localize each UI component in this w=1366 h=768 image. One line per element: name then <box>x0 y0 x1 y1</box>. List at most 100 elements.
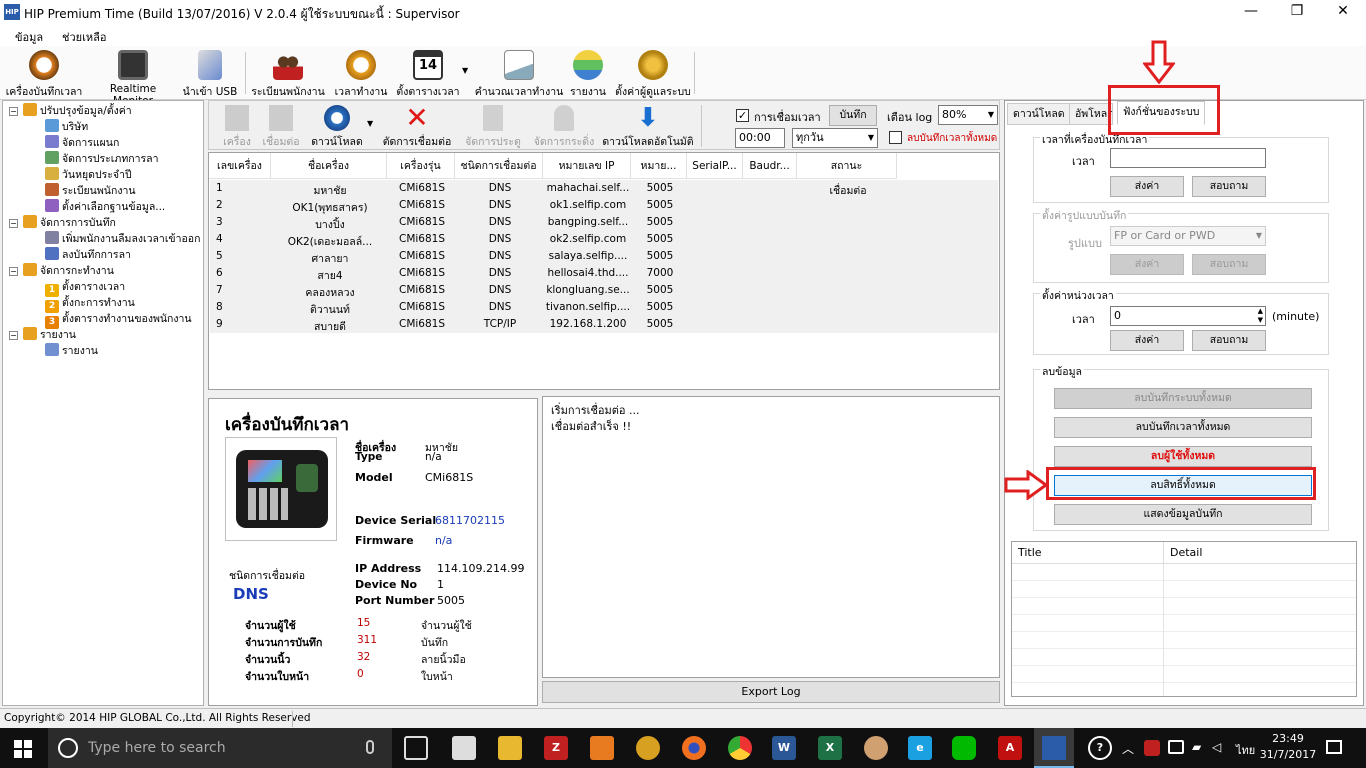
export-log-button[interactable]: Export Log <box>542 681 1000 703</box>
network-icon[interactable]: ▰ <box>1192 740 1201 754</box>
device-time-input[interactable] <box>1110 148 1266 168</box>
toolbar-admin-settings-button[interactable]: ตั้งค่าผู้ดูแลระบบ <box>612 48 694 98</box>
door-manage-button[interactable]: จัดการประตู <box>461 103 525 149</box>
restore-icon[interactable]: ❐ <box>1274 0 1320 24</box>
language-indicator[interactable]: ไทย <box>1236 741 1255 759</box>
tray-app-icon[interactable] <box>1144 740 1160 756</box>
search-box[interactable]: Type here to search <box>48 728 392 768</box>
connect-time-checkbox[interactable]: ✓ <box>736 109 749 122</box>
tree-item[interactable]: ตั้งค่าเลือกฐานข้อมูล... <box>45 199 165 215</box>
word-icon[interactable]: W <box>772 736 796 760</box>
format-send-button[interactable]: ส่งค่า <box>1110 254 1184 275</box>
auto-download-button[interactable]: ⬇ ดาวน์โหลดอัตโนมัติ <box>601 103 695 149</box>
tree-collapse-icon[interactable]: − <box>9 267 18 276</box>
excel-icon[interactable]: X <box>818 736 842 760</box>
disconnect-button[interactable]: ✕ ตัดการเชื่อมต่อ <box>379 103 455 149</box>
format-select[interactable]: FP or Card or PWD ▼ <box>1110 226 1266 246</box>
toolbar-report-button[interactable]: รายงาน <box>566 48 610 98</box>
tree-collapse-icon[interactable]: − <box>9 107 18 116</box>
tree-item[interactable]: จัดการกะทำงาน <box>23 263 114 279</box>
toolbar-employee-button[interactable]: ระเบียนพนักงาน <box>250 48 326 98</box>
device-button[interactable]: เครื่อง <box>219 103 255 149</box>
tree-collapse-icon[interactable]: − <box>9 219 18 228</box>
detail-header-title[interactable]: Title <box>1012 542 1164 564</box>
battery-icon[interactable] <box>1168 740 1184 754</box>
show-log-data-button[interactable]: แสดงข้อมูลบันทึก <box>1054 504 1312 525</box>
table-row[interactable]: 7 คลองหลวง CMi681S DNS klongluang.se... 5005 <box>210 282 998 299</box>
delete-time-records-button[interactable]: ลบบันทึกเวลาทั้งหมด <box>1054 417 1312 438</box>
tree-item[interactable]: เพิ่มพนักงานลืมลงเวลาเข้าออก <box>45 231 200 247</box>
table-row[interactable]: 3 บางปิ้ง CMi681S DNS bangping.self... 5005 <box>210 214 998 231</box>
delete-all-checkbox[interactable] <box>889 131 902 144</box>
hip-app-taskbar-button[interactable] <box>1034 728 1074 768</box>
table-row[interactable]: 6 สาย4 CMi681S DNS hellosai4.thd.... 7000 <box>210 265 998 282</box>
delete-system-log-button[interactable]: ลบบันทึกระบบทั้งหมด <box>1054 388 1312 409</box>
store-icon[interactable] <box>452 736 476 760</box>
windows-start-icon[interactable] <box>14 740 32 758</box>
toolbar-schedule-button[interactable]: 14 ตั้งตารางเวลา <box>394 48 462 98</box>
tree-item[interactable]: วันหยุดประจำปี <box>45 167 132 183</box>
tree-item[interactable]: รายงาน <box>45 343 98 359</box>
tree-item[interactable]: จัดการการบันทึก <box>23 215 116 231</box>
interval-spinner[interactable]: 0 ▲ ▼ <box>1110 306 1266 326</box>
ie-icon[interactable]: e <box>908 736 932 760</box>
toolbar-realtime-monitor-button[interactable]: Realtime Monitor <box>90 48 176 107</box>
download-dropdown-icon[interactable]: ▼ <box>367 119 373 128</box>
tree-item[interactable]: ระเบียนพนักงาน <box>45 183 136 199</box>
table-row[interactable]: 9 สบายดี CMi681S TCP/IP 192.168.1.200 5005 <box>210 316 998 333</box>
day-select[interactable]: ทุกวัน ▼ <box>792 128 878 148</box>
tree-item[interactable]: ปรับปรุงข้อมูล/ตั้งค่า <box>23 103 132 119</box>
table-row[interactable]: 1 มหาชัย CMi681S DNS mahachai.self... 5005 เชื… <box>210 180 998 197</box>
toolbar-worktime-button[interactable]: เวลาทำงาน <box>330 48 392 98</box>
toolbar-calculate-button[interactable]: คำนวณเวลาทำงาน <box>474 48 564 98</box>
tab-upload[interactable]: อัพโหลด <box>1069 103 1113 125</box>
spinner-arrows-icon[interactable]: ▲ ▼ <box>1258 307 1263 325</box>
bell-manage-button[interactable]: จัดการกระดิ่ง <box>531 103 597 149</box>
chrome-icon[interactable] <box>728 736 752 760</box>
table-row[interactable]: 5 ศาลายา CMi681S DNS salaya.selfip.... 5005 <box>210 248 998 265</box>
minimize-icon[interactable]: — <box>1228 0 1274 24</box>
firefox-icon[interactable] <box>682 736 706 760</box>
interval-send-button[interactable]: ส่งค่า <box>1110 330 1184 351</box>
download-button[interactable]: ดาวน์โหลด <box>309 103 365 149</box>
tree-item[interactable]: จัดการแผนก <box>45 135 119 151</box>
volume-icon[interactable]: ◁ <box>1212 740 1221 754</box>
filezilla-icon[interactable]: Z <box>544 736 568 760</box>
toolbar-time-recorder-button[interactable]: เครื่องบันทึกเวลา <box>2 48 86 98</box>
tree-collapse-icon[interactable]: − <box>9 331 18 340</box>
connect-button[interactable]: เชื่อมต่อ <box>259 103 303 149</box>
delete-all-users-button[interactable]: ลบผู้ใช้ทั้งหมด <box>1054 446 1312 467</box>
tab-download[interactable]: ดาวน์โหลด <box>1007 103 1071 125</box>
tree-item[interactable]: รายงาน <box>23 327 76 343</box>
paint-icon[interactable] <box>864 736 888 760</box>
tree-item[interactable]: 3 ตั้งตารางทำงานของพนักงาน <box>45 311 192 329</box>
schedule-dropdown-icon[interactable]: ▼ <box>462 66 468 75</box>
table-row[interactable]: 2 OK1(พุทธสาคร) CMi681S DNS ok1.selfip.com 50… <box>210 197 998 214</box>
menu-data[interactable]: ข้อมูล <box>15 28 43 46</box>
time-input[interactable]: 00:00 <box>735 128 785 148</box>
save-button[interactable]: บันทึก <box>829 105 877 126</box>
format-query-button[interactable]: สอบถาม <box>1192 254 1266 275</box>
time-send-button[interactable]: ส่งค่า <box>1110 176 1184 197</box>
file-explorer-icon[interactable] <box>498 736 522 760</box>
time-query-button[interactable]: สอบถาม <box>1192 176 1266 197</box>
log-panel[interactable]: เริ่มการเชื่อมต่อ ... เชื่อมต่อสำเร็จ !! <box>542 396 1000 678</box>
microphone-icon[interactable] <box>366 740 374 754</box>
tree-item[interactable]: ลงบันทึกการลา <box>45 247 131 263</box>
close-icon[interactable]: ✕ <box>1320 0 1366 24</box>
clock-time[interactable]: 23:49 <box>1266 732 1310 745</box>
toolbar-usb-import-button[interactable]: นำเข้า USB <box>180 48 240 98</box>
table-row[interactable]: 4 OK2(เดอะมอลล์... CMi681S DNS ok2.selfip.co… <box>210 231 998 248</box>
notification-icon[interactable] <box>1326 740 1342 754</box>
detail-header-detail[interactable]: Detail <box>1164 542 1356 564</box>
tree-item[interactable]: 1 ตั้งตารางเวลา <box>45 279 125 297</box>
menu-help[interactable]: ช่วยเหลือ <box>62 28 106 46</box>
tray-chevron-icon[interactable]: ︿ <box>1122 740 1134 757</box>
tree-item[interactable]: 2 ตั้งกะการทำงาน <box>45 295 135 313</box>
clock-date[interactable]: 31/7/2017 <box>1258 748 1318 761</box>
tree-item[interactable]: บริษัท <box>45 119 88 135</box>
acrobat-icon[interactable]: A <box>998 736 1022 760</box>
messenger-icon[interactable] <box>636 736 660 760</box>
table-row[interactable]: 8 ติวานนท์ CMi681S DNS tivanon.selfip.... 500… <box>210 299 998 316</box>
tree-item[interactable]: จัดการประเภทการลา <box>45 151 158 167</box>
